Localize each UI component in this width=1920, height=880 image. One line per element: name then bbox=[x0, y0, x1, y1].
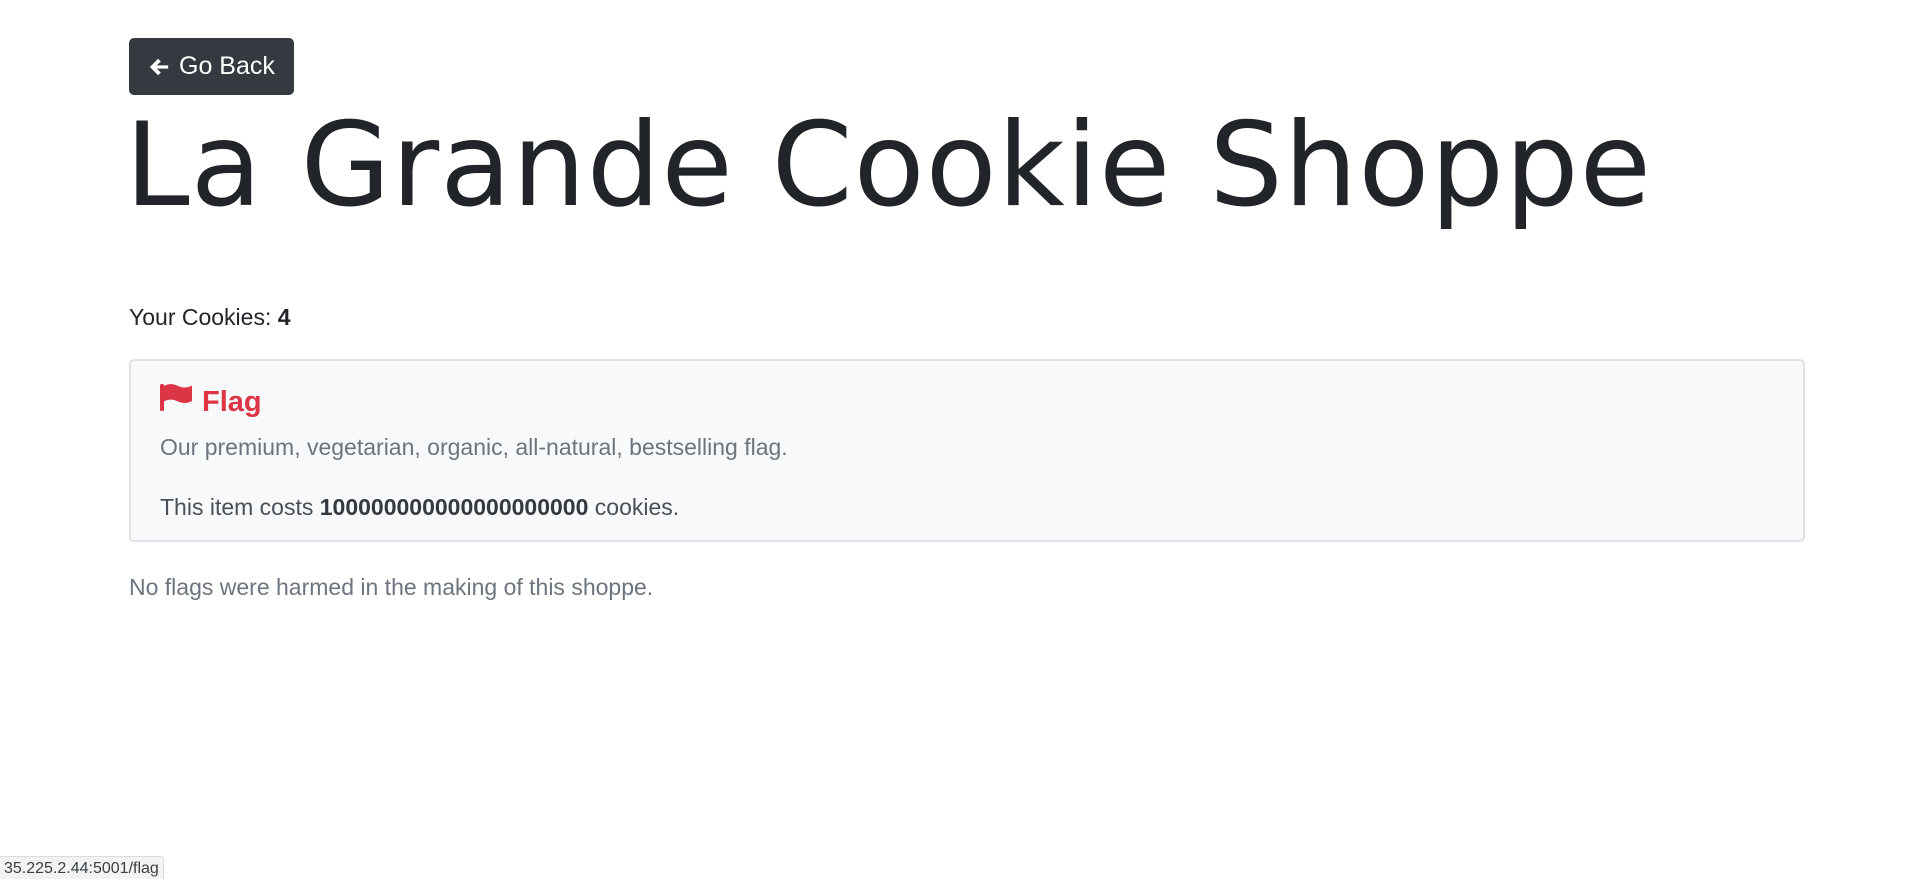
flag-item-name: Flag bbox=[202, 385, 262, 418]
flag-item-title[interactable]: Flag bbox=[160, 383, 262, 420]
flag-icon bbox=[160, 383, 192, 420]
flag-item-card[interactable]: Flag Our premium, vegetarian, organic, a… bbox=[129, 359, 1805, 542]
flag-item-cost: This item costs 100000000000000000000 co… bbox=[160, 492, 679, 522]
cost-value: 100000000000000000000 bbox=[319, 494, 589, 520]
cost-prefix: This item costs bbox=[160, 494, 320, 520]
status-bar-url: 35.225.2.44:5001/flag bbox=[0, 856, 164, 879]
cookie-count-value: 4 bbox=[277, 304, 291, 330]
cost-suffix: cookies. bbox=[588, 494, 680, 520]
page-title: La Grande Cookie Shoppe bbox=[125, 98, 1652, 233]
footer-note: No flags were harmed in the making of th… bbox=[129, 574, 654, 600]
flag-item-description: Our premium, vegetarian, organic, all-na… bbox=[160, 434, 788, 460]
cookie-count-label: Your Cookies: bbox=[129, 304, 278, 330]
arrow-left-icon bbox=[148, 56, 170, 78]
go-back-label: Go Back bbox=[179, 52, 275, 80]
go-back-button[interactable]: Go Back bbox=[129, 38, 294, 95]
cookie-count: Your Cookies: 4 bbox=[129, 302, 291, 332]
